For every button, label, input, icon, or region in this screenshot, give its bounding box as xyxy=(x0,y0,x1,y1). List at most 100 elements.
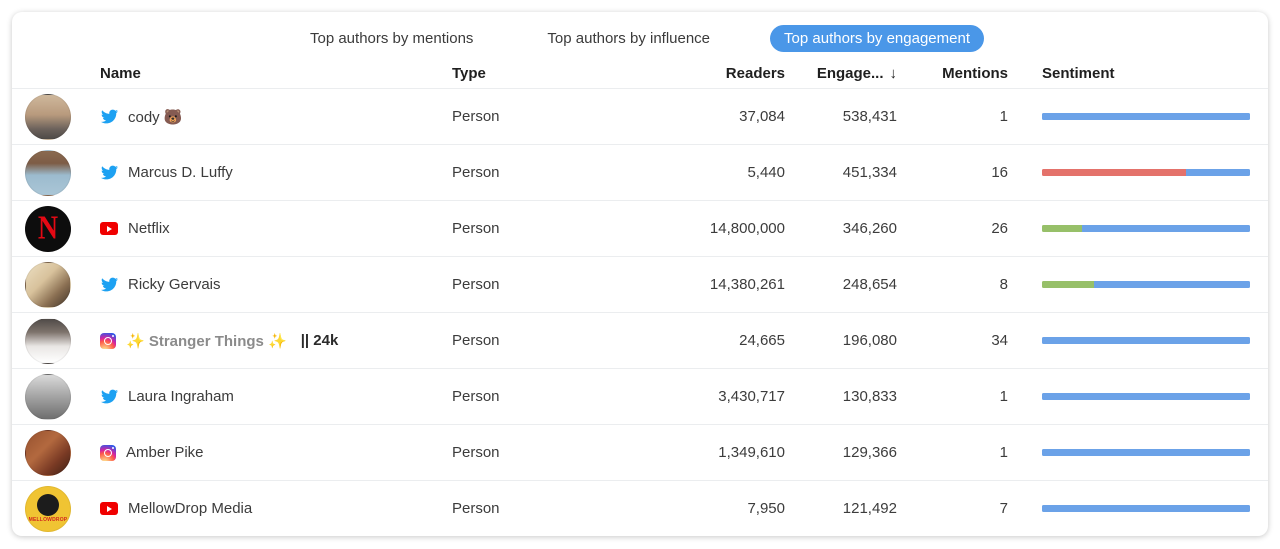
author-type: Person xyxy=(452,388,602,405)
table-row[interactable]: ✨ Stranger Things ✨ || 24k Person 24,665… xyxy=(12,312,1268,368)
table-row[interactable]: N Netflix Person 14,800,000 346,260 26 xyxy=(12,200,1268,256)
sentiment-segment-neutral xyxy=(1082,225,1250,232)
tab-top-authors-by-engagement[interactable]: Top authors by engagement xyxy=(770,25,984,52)
mentions-value: 1 xyxy=(897,388,1008,405)
author-type: Person xyxy=(452,500,602,517)
sentiment-column-header[interactable]: Sentiment xyxy=(1008,65,1268,82)
sentiment-segment-positive xyxy=(1042,281,1094,288)
table-row[interactable]: cody 🐻 Person 37,084 538,431 1 xyxy=(12,88,1268,144)
readers-value: 1,349,610 xyxy=(602,444,785,461)
author-name[interactable]: Ricky Gervais xyxy=(128,276,221,293)
mentions-column-header[interactable]: Mentions xyxy=(897,65,1008,82)
readers-value: 14,380,261 xyxy=(602,276,785,293)
author-name[interactable]: cody 🐻 xyxy=(128,108,183,126)
author-name[interactable]: Amber Pike xyxy=(126,444,204,461)
avatar-label: MELLOWDROP xyxy=(29,517,68,523)
top-authors-panel: Top authors by mentions Top authors by in… xyxy=(12,12,1268,536)
twitter-icon xyxy=(100,276,118,294)
instagram-icon xyxy=(100,445,116,461)
table-header: Name Type Readers Engage... ↓ Mentions Se… xyxy=(12,58,1268,88)
sentiment-bar xyxy=(1042,337,1250,344)
sentiment-bar xyxy=(1042,505,1250,512)
avatar-mellowdrop-logo: MELLOWDROP xyxy=(25,486,71,532)
avatar-photo-person-blue-shirt xyxy=(25,150,71,196)
sentiment-segment-neutral xyxy=(1094,281,1250,288)
avatar-photo-auburn-woman xyxy=(25,430,71,476)
sentiment-segment-neutral xyxy=(1042,449,1250,456)
avatar-photo-person-tan xyxy=(25,94,71,140)
author-name[interactable]: Laura Ingraham xyxy=(128,388,234,405)
author-type: Person xyxy=(452,332,602,349)
youtube-icon xyxy=(100,222,118,235)
engagement-value: 248,654 xyxy=(785,276,897,293)
sentiment-segment-neutral xyxy=(1042,337,1250,344)
avatar-photo-woman-white-dress xyxy=(25,318,71,364)
sentiment-bar xyxy=(1042,113,1250,120)
engagement-value: 346,260 xyxy=(785,220,897,237)
sentiment-segment-neutral xyxy=(1042,113,1250,120)
twitter-icon xyxy=(100,108,118,126)
author-name[interactable]: ✨ Stranger Things ✨ xyxy=(126,332,287,350)
author-name-suffix: || 24k xyxy=(301,332,339,349)
author-type: Person xyxy=(452,108,602,125)
author-type: Person xyxy=(452,220,602,237)
sentiment-bar xyxy=(1042,225,1250,232)
author-name[interactable]: Marcus D. Luffy xyxy=(128,164,233,181)
sentiment-segment-neutral xyxy=(1042,393,1250,400)
readers-value: 37,084 xyxy=(602,108,785,125)
readers-value: 24,665 xyxy=(602,332,785,349)
sentiment-bar xyxy=(1042,449,1250,456)
table-row[interactable]: Ricky Gervais Person 14,380,261 248,654 … xyxy=(12,256,1268,312)
type-column-header[interactable]: Type xyxy=(452,65,602,82)
sentiment-bar xyxy=(1042,281,1250,288)
engagement-value: 121,492 xyxy=(785,500,897,517)
engagement-value: 538,431 xyxy=(785,108,897,125)
twitter-icon xyxy=(100,164,118,182)
author-name[interactable]: Netflix xyxy=(128,220,170,237)
mentions-value: 16 xyxy=(897,164,1008,181)
tab-top-authors-by-mentions[interactable]: Top authors by mentions xyxy=(296,25,487,52)
engagement-value: 130,833 xyxy=(785,388,897,405)
twitter-icon xyxy=(100,388,118,406)
avatar-photo-cat xyxy=(25,262,71,308)
mentions-value: 26 xyxy=(897,220,1008,237)
sort-descending-icon: ↓ xyxy=(890,65,898,82)
engagement-value: 451,334 xyxy=(785,164,897,181)
mentions-value: 34 xyxy=(897,332,1008,349)
author-type: Person xyxy=(452,276,602,293)
youtube-icon xyxy=(100,502,118,515)
mentions-value: 1 xyxy=(897,444,1008,461)
readers-value: 14,800,000 xyxy=(602,220,785,237)
mentions-value: 7 xyxy=(897,500,1008,517)
mentions-value: 8 xyxy=(897,276,1008,293)
engagement-value: 129,366 xyxy=(785,444,897,461)
sentiment-segment-neutral xyxy=(1186,169,1250,176)
avatar-photo-grayscale-woman xyxy=(25,374,71,420)
engagement-column-header[interactable]: Engage... ↓ xyxy=(785,65,897,82)
sentiment-segment-positive xyxy=(1042,225,1082,232)
avatar-label: N xyxy=(38,209,58,247)
tab-top-authors-by-influence[interactable]: Top authors by influence xyxy=(533,25,724,52)
engagement-column-label: Engage... xyxy=(817,65,884,82)
author-type: Person xyxy=(452,444,602,461)
mentions-value: 1 xyxy=(897,108,1008,125)
tabs: Top authors by mentions Top authors by in… xyxy=(12,12,1268,58)
table-row[interactable]: MELLOWDROP MellowDrop Media Person 7,950… xyxy=(12,480,1268,536)
author-name[interactable]: MellowDrop Media xyxy=(128,500,252,517)
readers-value: 7,950 xyxy=(602,500,785,517)
name-column-header[interactable]: Name xyxy=(100,65,452,82)
engagement-value: 196,080 xyxy=(785,332,897,349)
instagram-icon xyxy=(100,333,116,349)
sentiment-bar xyxy=(1042,169,1250,176)
sentiment-segment-negative xyxy=(1042,169,1186,176)
sentiment-segment-neutral xyxy=(1042,505,1250,512)
table-row[interactable]: Marcus D. Luffy Person 5,440 451,334 16 xyxy=(12,144,1268,200)
sentiment-bar xyxy=(1042,393,1250,400)
readers-column-header[interactable]: Readers xyxy=(602,65,785,82)
readers-value: 3,430,717 xyxy=(602,388,785,405)
table-body: cody 🐻 Person 37,084 538,431 1 Marcus D.… xyxy=(12,88,1268,536)
avatar-netflix-logo: N xyxy=(25,206,71,252)
table-row[interactable]: Laura Ingraham Person 3,430,717 130,833 … xyxy=(12,368,1268,424)
readers-value: 5,440 xyxy=(602,164,785,181)
table-row[interactable]: Amber Pike Person 1,349,610 129,366 1 xyxy=(12,424,1268,480)
